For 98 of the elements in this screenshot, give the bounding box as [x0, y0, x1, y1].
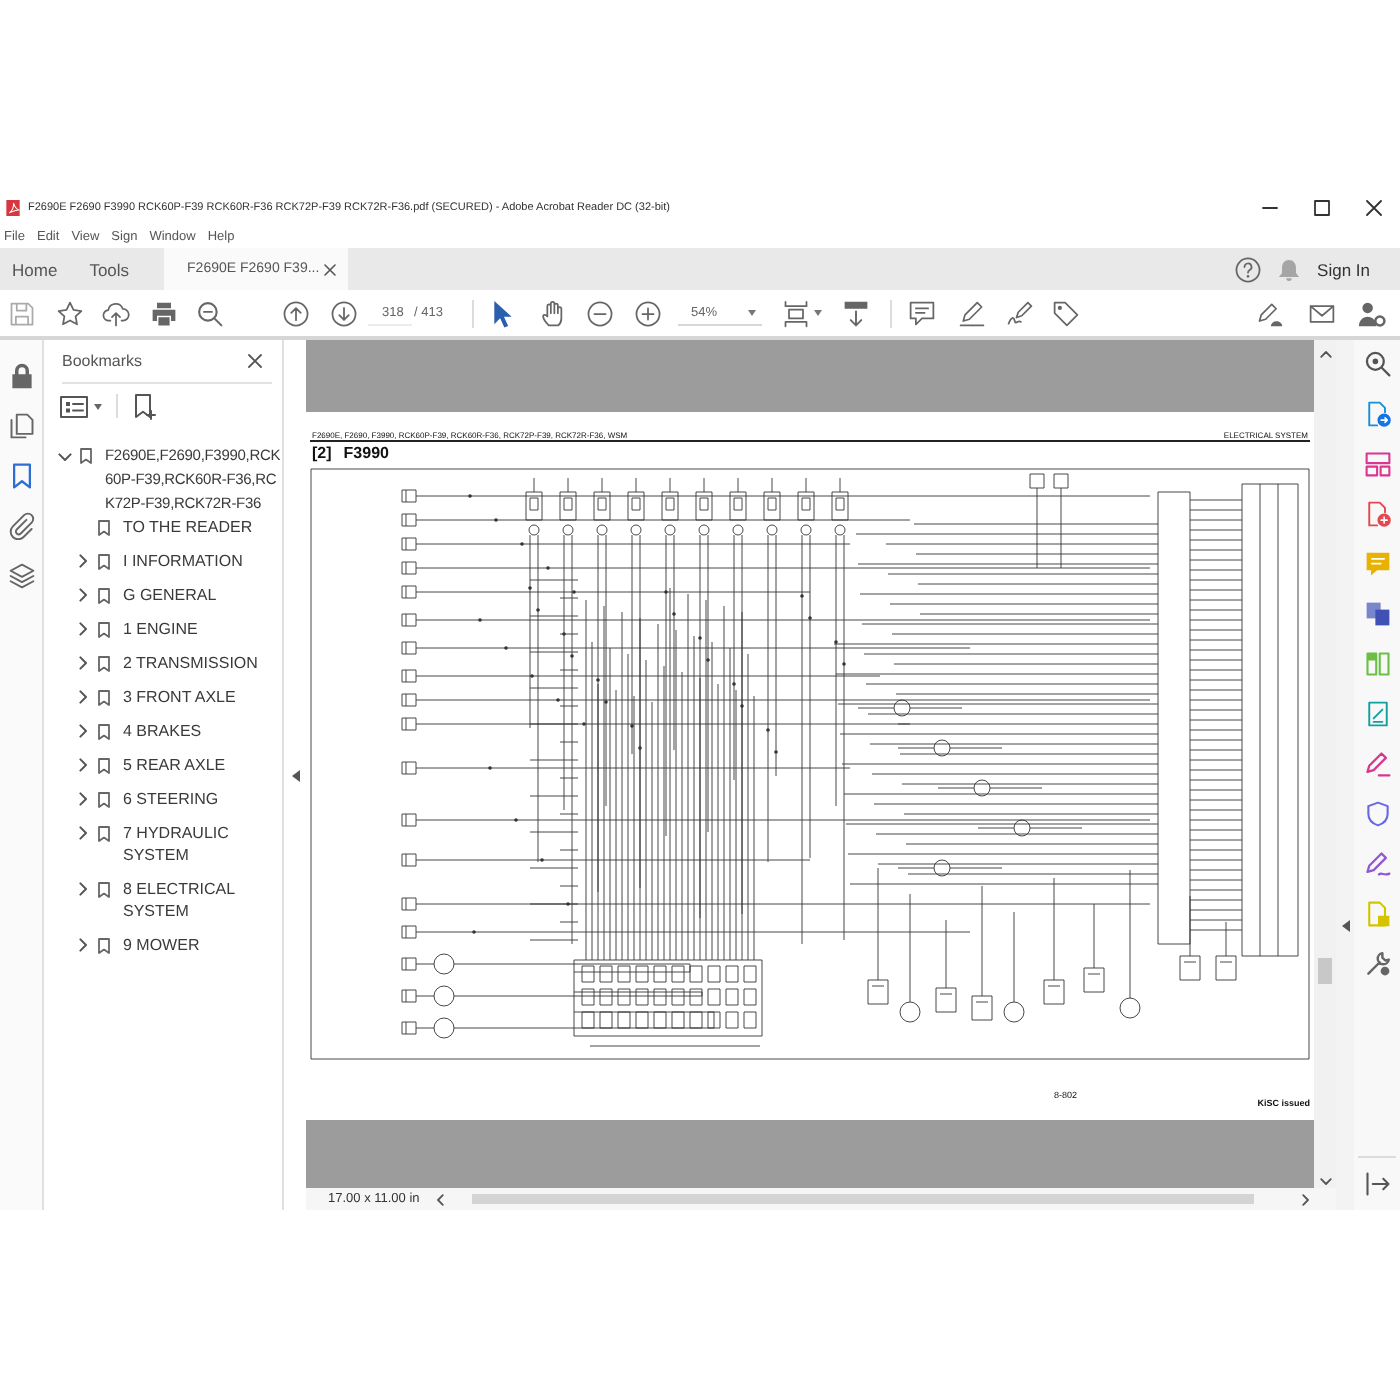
- bookmark-label[interactable]: 5 REAR AXLE: [123, 754, 281, 776]
- search-icon[interactable]: [196, 299, 224, 327]
- bookmark-icon: [97, 689, 109, 705]
- pen-icon[interactable]: [1363, 750, 1391, 778]
- bookmark-label[interactable]: 1 ENGINE: [123, 618, 281, 640]
- bookmark-icon: [97, 937, 109, 953]
- bookmark-label[interactable]: I INFORMATION: [123, 550, 281, 572]
- sign-in-button[interactable]: Sign In: [1315, 259, 1400, 279]
- arrow-down-icon[interactable]: [330, 299, 358, 327]
- scroll-mode-icon[interactable]: [842, 299, 871, 327]
- page-fit-icon[interactable]: [782, 299, 811, 327]
- bookmark-icon: [97, 791, 109, 807]
- bookmark-label[interactable]: 9 MOWER: [123, 934, 281, 956]
- vertical-scrollbar[interactable]: [1314, 340, 1336, 1189]
- chevron-down-icon[interactable]: [58, 449, 72, 463]
- scrollbar-thumb[interactable]: [1318, 958, 1332, 984]
- chevron-right-icon[interactable]: [76, 792, 90, 806]
- section-number: [2]: [312, 444, 332, 464]
- pages-icon[interactable]: [7, 412, 35, 440]
- chevron-right-icon[interactable]: [76, 882, 90, 896]
- panel-title: Bookmarks: [62, 352, 143, 370]
- bookmark-add-icon[interactable]: [134, 393, 158, 419]
- pen-icon[interactable]: [958, 299, 987, 327]
- collapse-right-icon[interactable]: [1363, 1170, 1391, 1198]
- pdf-file-icon: [6, 199, 20, 215]
- star-icon[interactable]: [56, 299, 84, 327]
- tag-icon[interactable]: [1052, 299, 1081, 327]
- scrollbar-thumb[interactable]: [471, 1194, 1254, 1205]
- chevron-right-icon[interactable]: [76, 758, 90, 772]
- caret-icon[interactable]: [748, 309, 757, 315]
- lock-icon[interactable]: [7, 362, 35, 390]
- help-icon[interactable]: [1233, 255, 1262, 283]
- bookmark-icon[interactable]: [7, 462, 35, 490]
- shield-icon[interactable]: [1363, 800, 1391, 828]
- document-arrow-icon[interactable]: [1363, 400, 1391, 428]
- comment-icon[interactable]: [908, 299, 937, 327]
- chevron-right-icon[interactable]: [76, 588, 90, 602]
- caret-icon[interactable]: [94, 403, 102, 409]
- chevron-right-icon[interactable]: [76, 690, 90, 704]
- bookmark-label[interactable]: 6 STEERING: [123, 788, 281, 810]
- layout-icon[interactable]: [1363, 450, 1391, 478]
- document-edit-icon[interactable]: [1363, 700, 1391, 728]
- chevron-right-icon[interactable]: [76, 622, 90, 636]
- zoom-in-icon[interactable]: [634, 299, 663, 327]
- bookmark-icon: [79, 448, 91, 464]
- add-user-icon[interactable]: [1358, 299, 1387, 327]
- pen-icon[interactable]: [1256, 299, 1285, 327]
- chevron-right-icon[interactable]: [76, 724, 90, 738]
- mail-icon[interactable]: [1308, 299, 1337, 327]
- chevron-right-icon[interactable]: [76, 554, 90, 568]
- bookmark-icon: [97, 723, 109, 739]
- bookmark-label[interactable]: TO THE READER: [123, 516, 281, 538]
- bookmark-label[interactable]: 2 TRANSMISSION: [123, 652, 281, 674]
- minimize-icon[interactable]: [1262, 205, 1278, 209]
- bookmark-icon: [97, 655, 109, 671]
- paperclip-icon[interactable]: [7, 512, 35, 540]
- tools-icon[interactable]: [1363, 950, 1391, 978]
- cloud-upload-icon[interactable]: [102, 299, 130, 327]
- bookmark-label[interactable]: G GENERAL: [123, 584, 281, 606]
- bookmark-icon: [97, 881, 109, 897]
- bookmark-label[interactable]: 7 HYDRAULIC SYSTEM: [123, 822, 281, 866]
- signature-icon[interactable]: [1006, 299, 1035, 327]
- files-icon[interactable]: [1363, 600, 1391, 628]
- caret-icon[interactable]: [814, 310, 823, 316]
- tab[interactable]: Home: [0, 248, 70, 290]
- section-title: F3990: [343, 444, 389, 464]
- magnifier-icon[interactable]: [1363, 350, 1391, 378]
- print-icon[interactable]: [150, 299, 178, 327]
- document-plus-icon[interactable]: [1363, 500, 1391, 528]
- tab[interactable]: Tools: [77, 248, 142, 290]
- close-icon[interactable]: [1366, 199, 1382, 215]
- scroll-up-icon[interactable]: [1319, 350, 1331, 358]
- pointer-icon[interactable]: [492, 299, 515, 327]
- collapse-arrow-icon[interactable]: [1341, 920, 1349, 932]
- bookmark-icon: [97, 825, 109, 841]
- list-options-icon[interactable]: [60, 395, 88, 417]
- bookmark-label[interactable]: 4 BRAKES: [123, 720, 281, 742]
- chevron-right-icon[interactable]: [76, 938, 90, 952]
- bookmark-icon: [97, 519, 109, 535]
- bookmark-label[interactable]: 8 ELECTRICAL SYSTEM: [123, 878, 281, 922]
- bookmark-icon: [97, 553, 109, 569]
- bookmark-icon: [97, 621, 109, 637]
- close-icon[interactable]: [323, 263, 336, 275]
- arrow-up-icon[interactable]: [282, 299, 310, 327]
- bookmark-icon: [97, 757, 109, 773]
- scroll-right-icon[interactable]: [1302, 1193, 1310, 1206]
- collapse-arrow-icon[interactable]: [291, 770, 299, 782]
- zoom-out-icon[interactable]: [586, 299, 615, 327]
- bookmark-icon: [97, 587, 109, 603]
- chevron-right-icon[interactable]: [76, 656, 90, 670]
- scroll-down-icon[interactable]: [1319, 1178, 1331, 1187]
- layers-icon[interactable]: [7, 562, 35, 590]
- scroll-left-icon[interactable]: [435, 1193, 444, 1206]
- chevron-right-icon[interactable]: [76, 826, 90, 840]
- close-icon[interactable]: [248, 354, 262, 368]
- maximize-icon[interactable]: [1314, 199, 1330, 215]
- bookmark-label[interactable]: 3 FRONT AXLE: [123, 686, 281, 708]
- signature-icon[interactable]: [1363, 850, 1391, 878]
